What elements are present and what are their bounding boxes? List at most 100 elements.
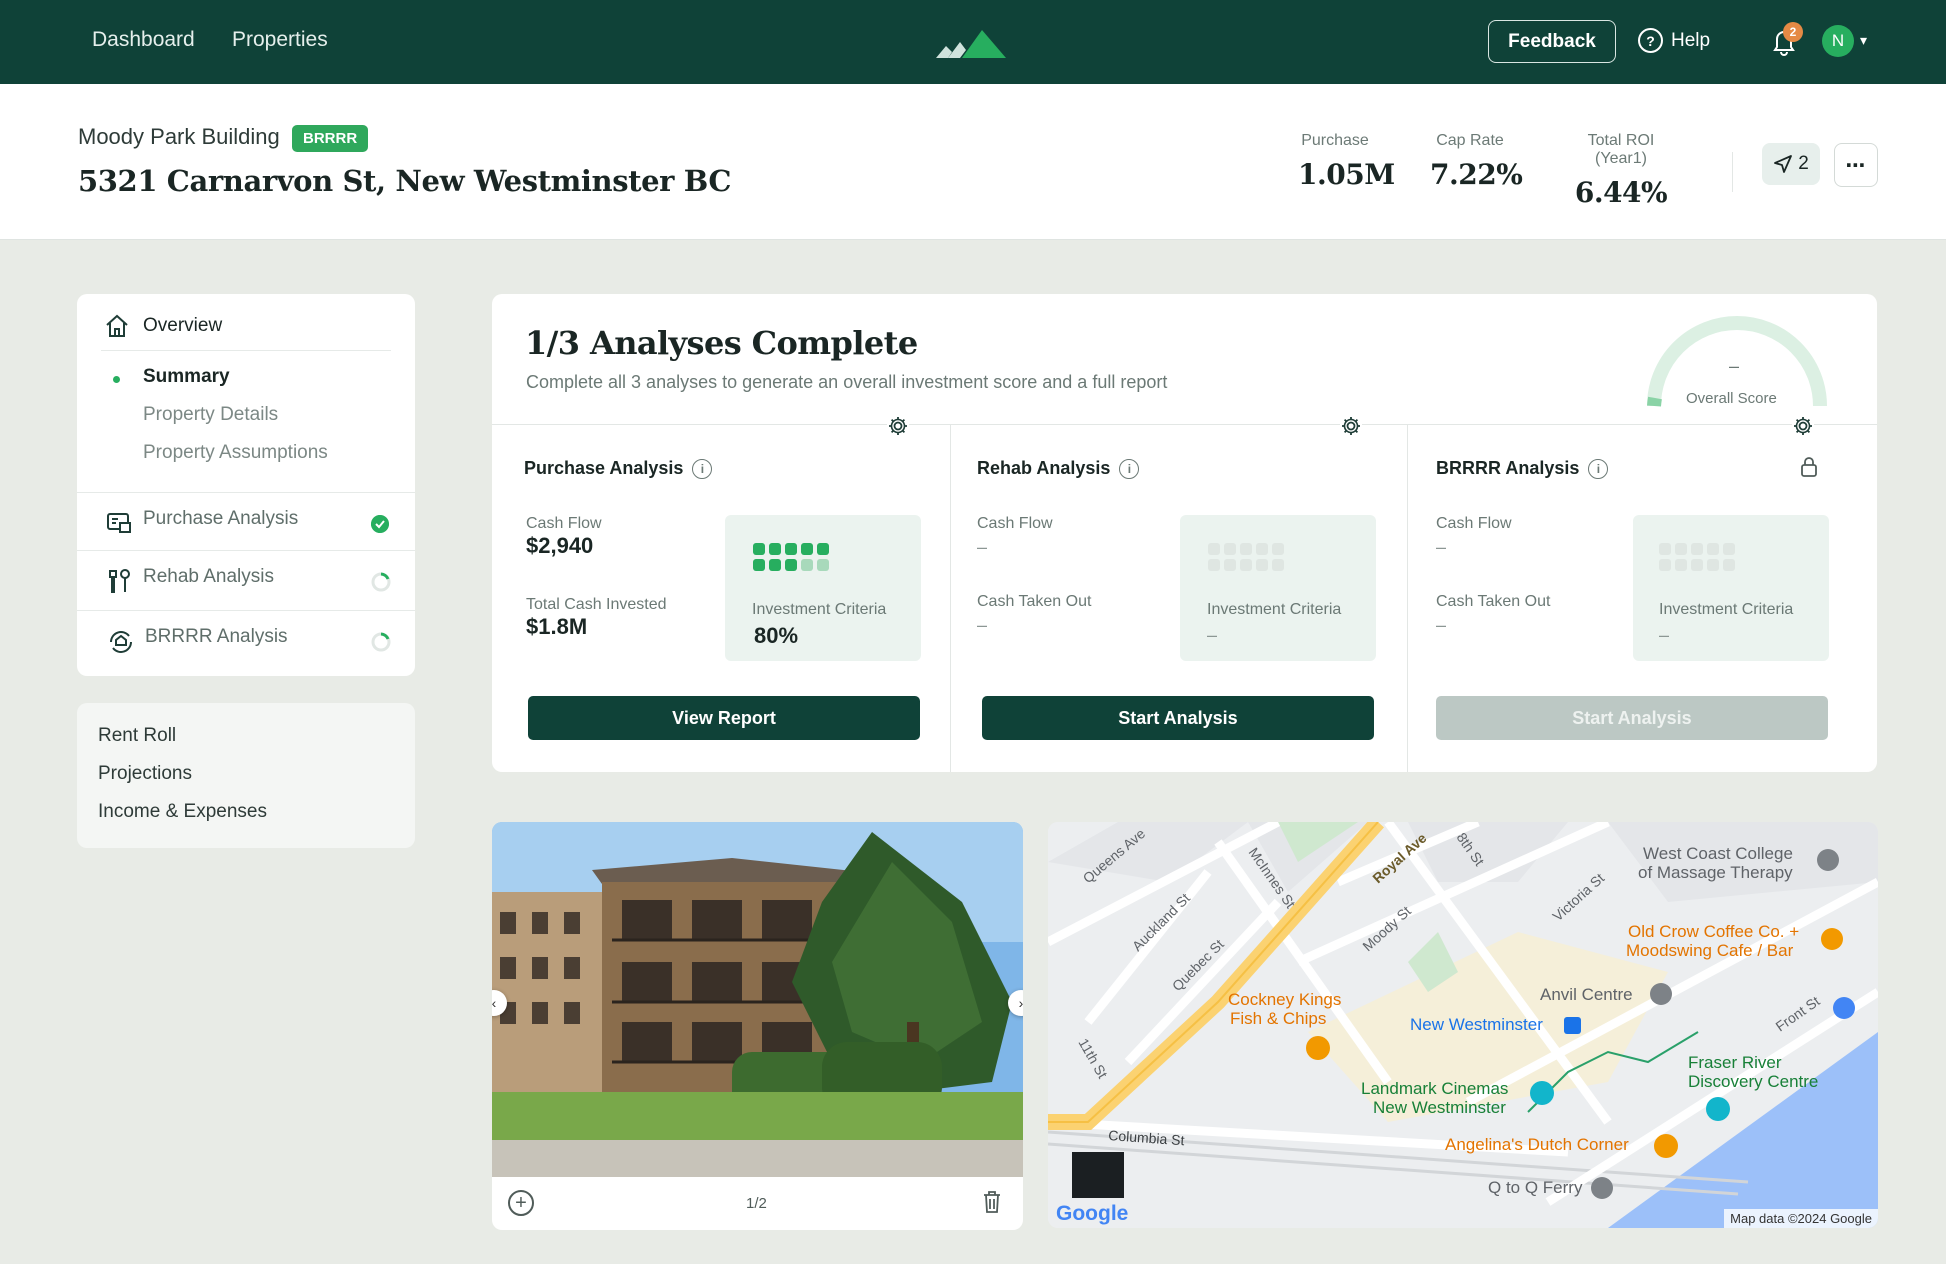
sidebar-subitem-summary[interactable]: Summary — [143, 366, 230, 388]
gear-icon[interactable] — [1792, 415, 1814, 437]
column-title-text: Purchase Analysis — [524, 458, 684, 478]
parking-pin-icon — [1833, 997, 1855, 1019]
metric-value: 7.22% — [1430, 158, 1523, 191]
total-cash-invested-label: Total Cash Invested — [526, 596, 667, 613]
investment-criteria-box: Investment Criteria – — [1180, 515, 1376, 661]
cinema-pin-icon — [1530, 1081, 1554, 1105]
map-poi-anvil: Anvil Centre — [1540, 985, 1633, 1004]
logo-icon[interactable] — [936, 24, 1008, 60]
add-photo-button[interactable]: + — [508, 1190, 534, 1216]
sidebar-item-brrrr-analysis[interactable]: BRRRR Analysis — [77, 624, 415, 658]
metric-value: 1.05M — [1298, 158, 1395, 191]
sidebar-secondary-links: Rent Roll Projections Income & Expenses — [77, 703, 415, 848]
feedback-button[interactable]: Feedback — [1488, 20, 1616, 63]
transit-station-icon — [1564, 1017, 1581, 1034]
criteria-dots — [1208, 543, 1284, 571]
map-poi-fraser-line2: Discovery Centre — [1688, 1072, 1818, 1091]
top-navigation-bar: Dashboard Properties Feedback ? Help 2 N… — [0, 0, 1946, 84]
column-title: Rehab Analysis i — [977, 458, 1140, 479]
restaurant-pin-icon — [1654, 1134, 1678, 1158]
start-brrrr-analysis-button[interactable]: Start Analysis — [1436, 696, 1828, 740]
map-poi-newwest: New Westminster — [1410, 1015, 1543, 1034]
metric-value: 6.44% — [1574, 176, 1668, 209]
brrrr-cycle-icon — [110, 631, 132, 653]
divider — [101, 350, 391, 351]
property-address: 5321 Carnarvon St, New Westminster BC — [78, 164, 732, 198]
investment-criteria-label: Investment Criteria — [1659, 601, 1794, 618]
metric-label: Cap Rate — [1436, 132, 1504, 149]
send-icon — [1774, 155, 1793, 173]
cash-taken-out-value: – — [1436, 615, 1447, 635]
analyses-card: 1/3 Analyses Complete Complete all 3 ana… — [492, 294, 1877, 772]
lock-icon — [1801, 457, 1817, 477]
help-button[interactable]: ? Help — [1638, 28, 1710, 53]
check-circle-icon — [371, 515, 389, 533]
metric-purchase: Purchase 1.05M — [1298, 132, 1395, 191]
sidebar-link-rent-roll[interactable]: Rent Roll — [98, 725, 176, 747]
avatar[interactable]: N — [1822, 25, 1854, 57]
property-map[interactable]: Queens Ave Royal Ave 8th St McInnes St A… — [1048, 822, 1878, 1228]
ellipsis-icon: ⋯ — [1845, 154, 1867, 177]
sidebar-item-label: BRRRR Analysis — [145, 626, 288, 647]
sidebar-item-overview[interactable]: Overview — [77, 310, 415, 342]
school-pin-icon — [1817, 849, 1839, 871]
info-icon[interactable]: i — [1119, 458, 1140, 479]
progress-ring-icon — [371, 632, 391, 652]
brrrr-analysis-column: BRRRR Analysis i Cash Flow – Cash Taken … — [1407, 415, 1877, 772]
criteria-dots — [753, 543, 829, 571]
sidebar-navigation: Overview Summary Property Details Proper… — [77, 294, 415, 676]
metric-total-roi: Total ROI (Year1) 6.44% — [1562, 132, 1680, 209]
trash-icon[interactable] — [982, 1190, 1002, 1214]
chevron-left-icon: ‹ — [492, 995, 497, 1011]
home-icon — [106, 314, 128, 337]
divider — [77, 550, 415, 551]
chevron-down-icon[interactable]: ▾ — [1860, 32, 1867, 49]
map-canvas[interactable]: Queens Ave Royal Ave 8th St McInnes St A… — [1048, 822, 1878, 1228]
share-count: 2 — [1798, 153, 1809, 174]
active-dot-icon — [113, 376, 120, 383]
landmark-pin-icon — [1650, 983, 1672, 1005]
map-poi-fraser-line1: Fraser River — [1688, 1053, 1782, 1072]
notification-badge: 2 — [1783, 22, 1803, 42]
map-poi-cockney-line1: Cockney Kings — [1228, 990, 1341, 1009]
overall-score-value: – — [1729, 356, 1740, 376]
map-poi-landmark-line1: Landmark Cinemas — [1361, 1079, 1508, 1098]
criteria-dots — [1659, 543, 1735, 571]
google-logo: Google — [1056, 1202, 1128, 1225]
property-photo — [492, 822, 1023, 1177]
property-name: Moody Park Building — [78, 124, 280, 149]
property-photo-card: ‹ › + 1/2 — [492, 822, 1023, 1230]
cash-taken-out-value: – — [977, 615, 988, 635]
cash-taken-out-label: Cash Taken Out — [1436, 593, 1551, 610]
analyses-title: 1/3 Analyses Complete — [525, 324, 918, 362]
sidebar-item-purchase-analysis[interactable]: Purchase Analysis — [77, 506, 415, 540]
help-icon: ? — [1638, 28, 1663, 53]
purchase-analysis-icon — [107, 513, 131, 533]
cafe-pin-icon — [1821, 928, 1843, 950]
investment-criteria-label: Investment Criteria — [752, 601, 887, 618]
sidebar-link-projections[interactable]: Projections — [98, 763, 192, 785]
sidebar-item-rehab-analysis[interactable]: Rehab Analysis — [77, 564, 415, 598]
tools-icon — [109, 569, 130, 593]
sidebar-link-income-expenses[interactable]: Income & Expenses — [98, 801, 267, 823]
cash-flow-value: – — [1436, 537, 1447, 557]
info-icon[interactable]: i — [1588, 458, 1609, 479]
view-report-button[interactable]: View Report — [528, 696, 920, 740]
sidebar-subitem-property-details[interactable]: Property Details — [143, 404, 278, 426]
info-icon[interactable]: i — [692, 458, 713, 479]
map-poi-landmark-line2: New Westminster — [1373, 1098, 1506, 1117]
map-poi-oldcrow-line2: Moodswing Cafe / Bar — [1626, 941, 1794, 960]
start-rehab-analysis-button[interactable]: Start Analysis — [982, 696, 1374, 740]
share-button[interactable]: 2 — [1762, 143, 1820, 185]
gear-icon[interactable] — [887, 415, 909, 437]
nav-properties[interactable]: Properties — [232, 28, 328, 52]
sidebar-item-label: Overview — [143, 315, 223, 336]
gear-icon[interactable] — [1340, 415, 1362, 437]
sidebar-subitem-property-assumptions[interactable]: Property Assumptions — [143, 442, 328, 464]
nav-dashboard[interactable]: Dashboard — [92, 28, 195, 52]
column-title-text: Rehab Analysis — [977, 458, 1111, 478]
more-options-button[interactable]: ⋯ — [1834, 143, 1878, 187]
restaurant-pin-icon — [1306, 1036, 1330, 1060]
map-poi-angelina: Angelina's Dutch Corner — [1445, 1135, 1629, 1154]
investment-criteria-box: Investment Criteria 80% — [725, 515, 921, 661]
